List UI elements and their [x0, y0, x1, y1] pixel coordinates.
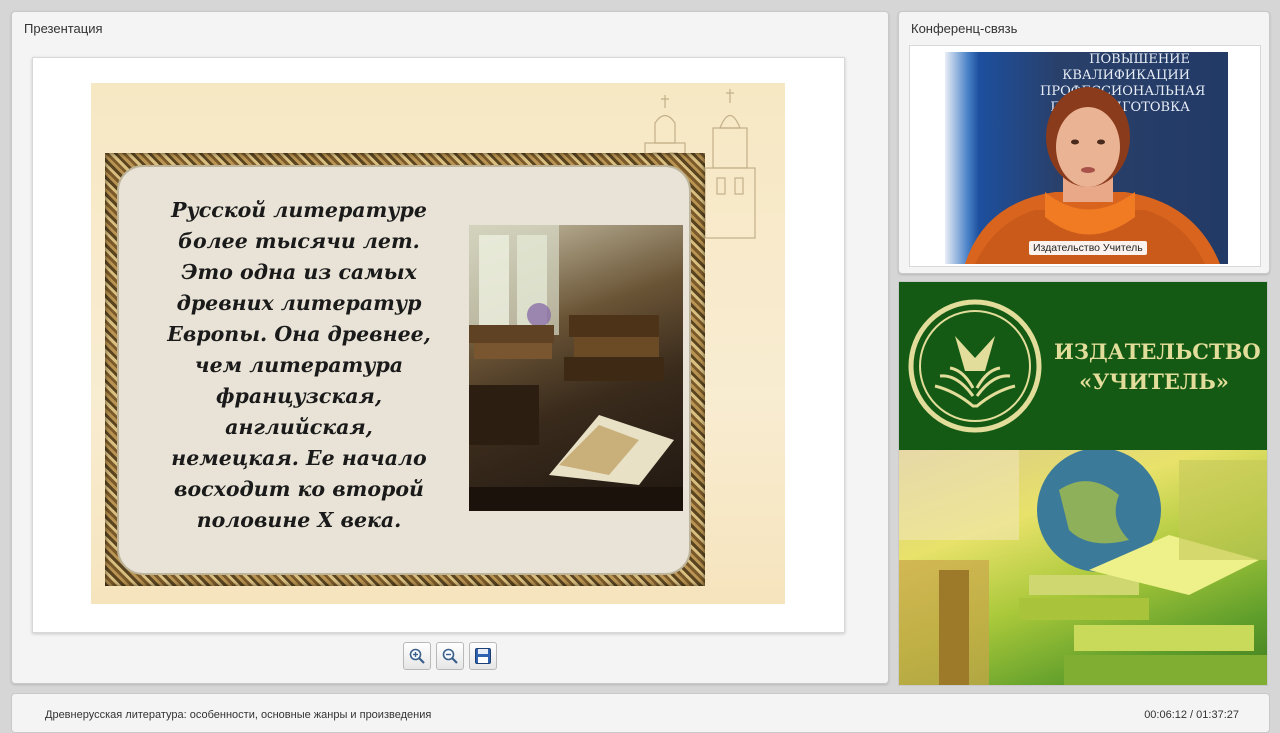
speaker-video[interactable]: ПОВЫШЕНИЕ КВАЛИФИКАЦИИ ПРОФЕССИОНАЛЬНАЯ … — [945, 52, 1228, 264]
zoom-out-icon — [442, 648, 458, 664]
presentation-panel-title: Презентация — [24, 21, 103, 36]
slide-viewport[interactable]: Русской литературе более тысячи лет. Это… — [32, 57, 845, 633]
books-photo — [469, 225, 683, 511]
zoom-in-icon — [409, 648, 425, 664]
slide: Русской литературе более тысячи лет. Это… — [91, 83, 785, 604]
slide-text: Русской литературе более тысячи лет. Это… — [167, 198, 431, 532]
publisher-logo-icon — [908, 299, 1042, 433]
conference-panel-title: Конференц-связь — [911, 21, 1018, 36]
slide-ornament-frame: Русской литературе более тысячи лет. Это… — [105, 153, 705, 586]
presentation-panel: Презентация Русской литературе более тыс… — [11, 11, 889, 684]
playback-time: 00:06:12 / 01:37:27 — [1144, 709, 1239, 721]
zoom-in-button[interactable] — [403, 642, 431, 670]
slide-text-card: Русской литературе более тысячи лет. Это… — [117, 165, 691, 575]
publisher-name: ИЗДАТЕЛЬСТВО «УЧИТЕЛЬ» — [1054, 339, 1261, 394]
video-frame: ПОВЫШЕНИЕ КВАЛИФИКАЦИИ ПРОФЕССИОНАЛЬНАЯ … — [909, 45, 1261, 267]
save-button[interactable] — [469, 642, 497, 670]
books-and-globe-image — [899, 450, 1267, 685]
lecture-title: Древнерусская литература: особенности, о… — [45, 709, 432, 721]
conference-panel: Конференц-связь ПОВЫШЕНИЕ КВАЛИФИКАЦИИ П… — [898, 11, 1270, 274]
floppy-disk-icon — [475, 648, 491, 664]
zoom-out-button[interactable] — [436, 642, 464, 670]
publisher-banner[interactable]: ИЗДАТЕЛЬСТВО «УЧИТЕЛЬ» — [898, 281, 1268, 686]
speaker-figure — [965, 87, 1220, 264]
speaker-name-caption: Издательство Учитель — [1029, 241, 1147, 255]
publisher-banner-header: ИЗДАТЕЛЬСТВО «УЧИТЕЛЬ» — [899, 282, 1267, 450]
bottom-status-bar: Древнерусская литература: особенности, о… — [11, 693, 1270, 733]
